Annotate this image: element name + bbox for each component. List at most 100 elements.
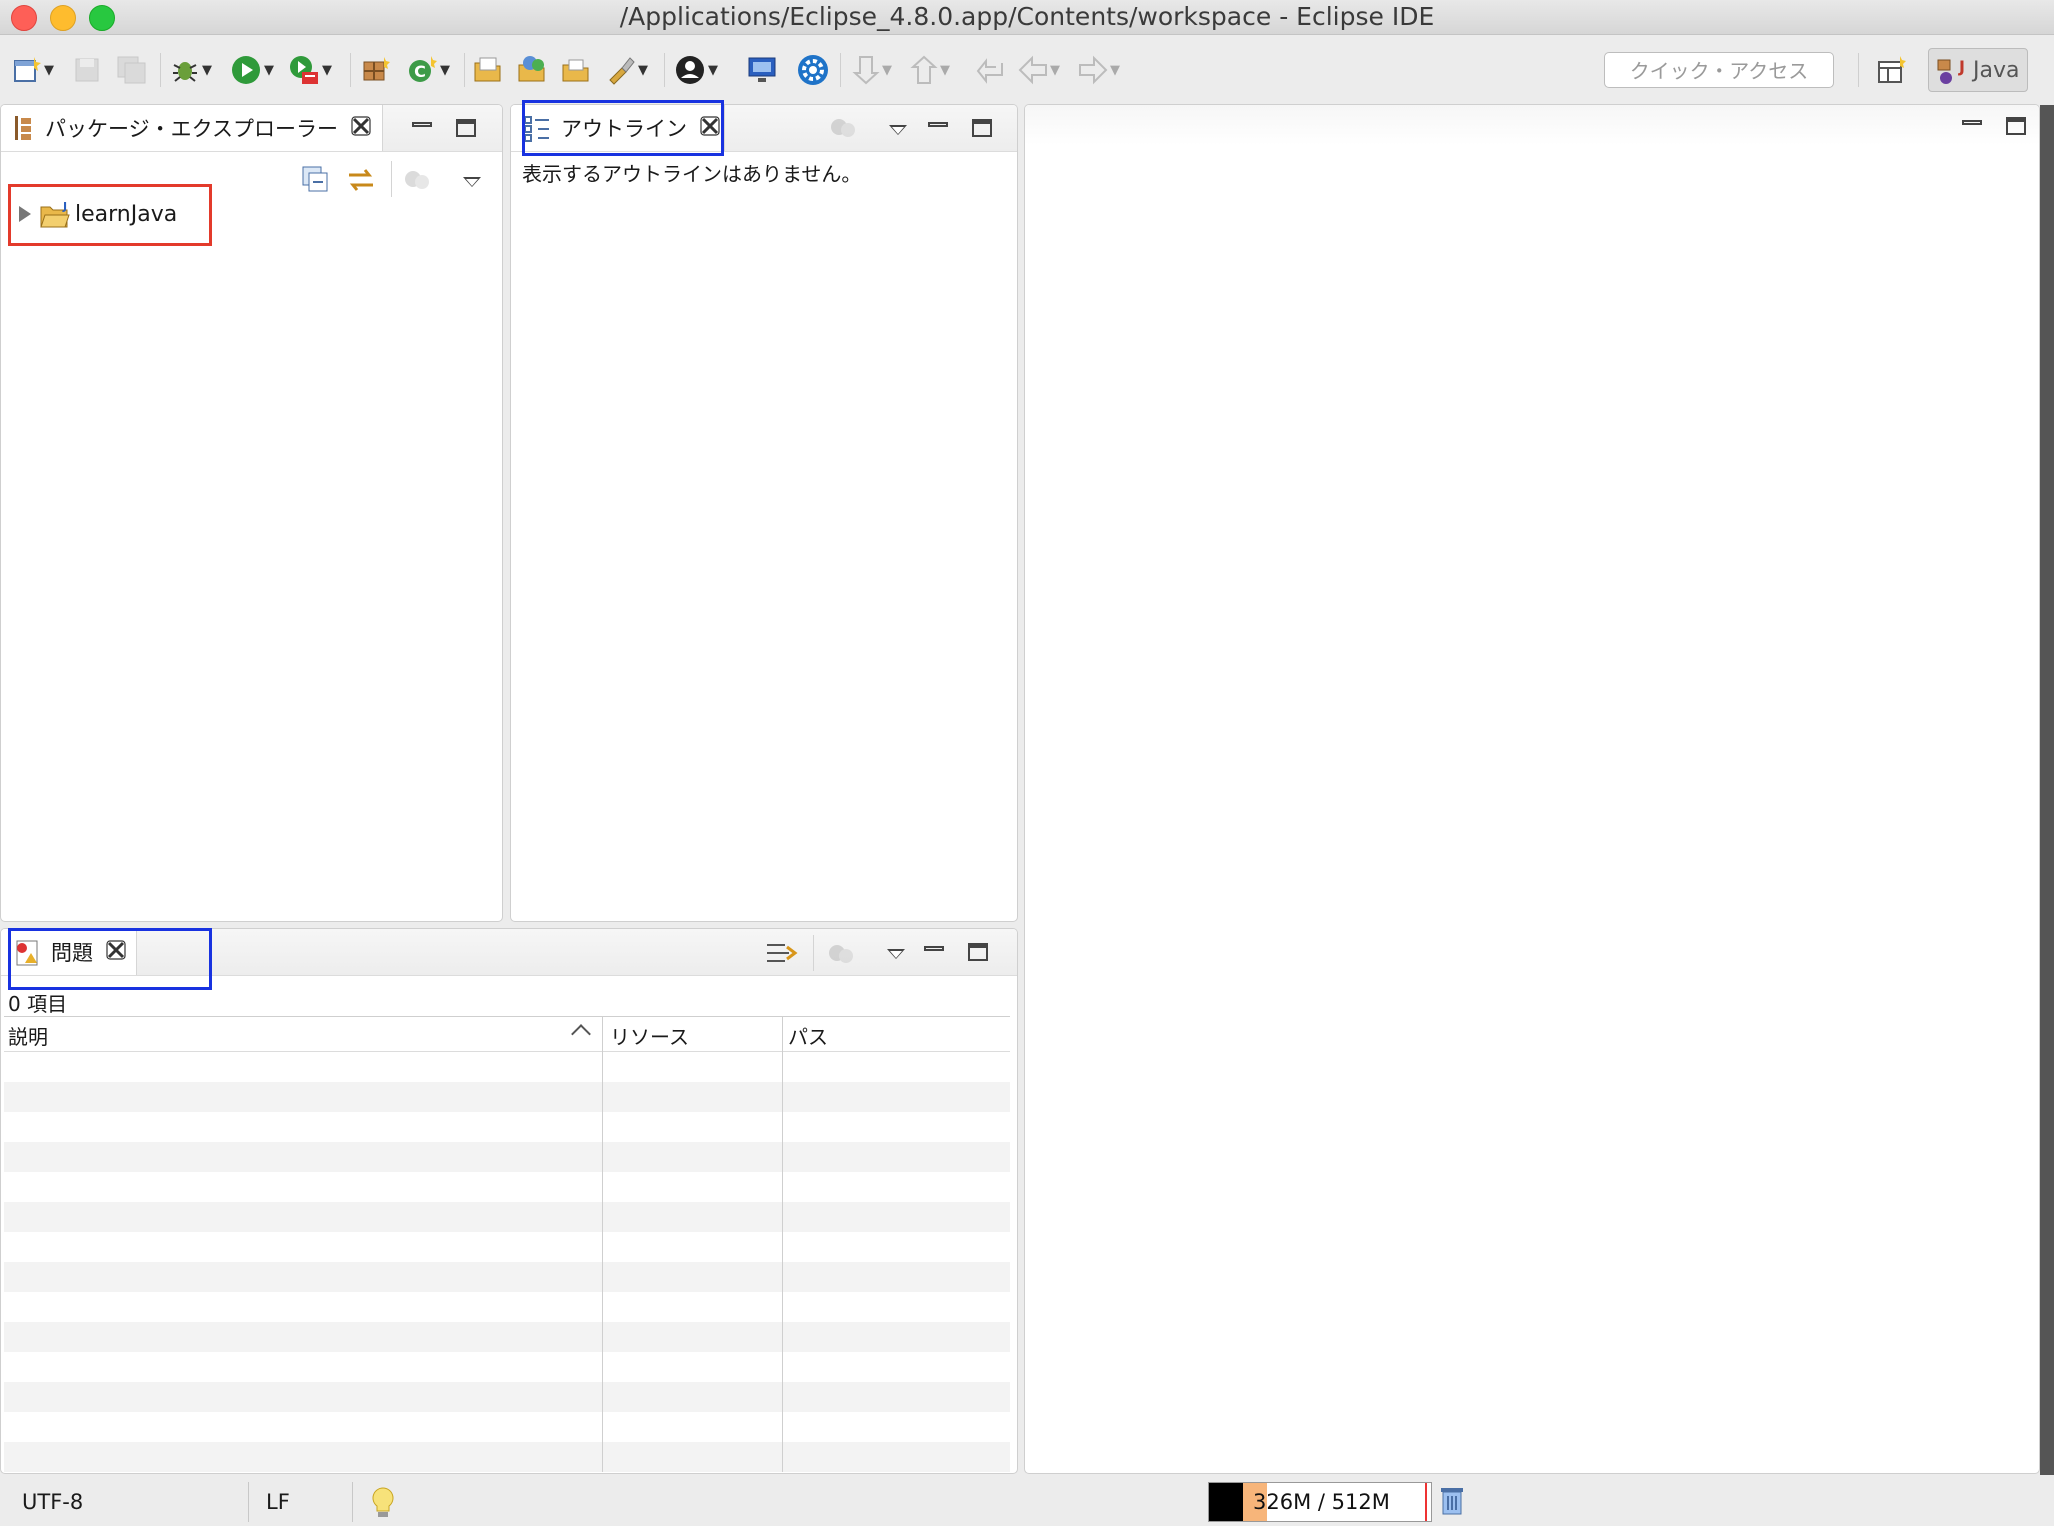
- chevron-down-icon[interactable]: ▼: [264, 63, 274, 78]
- maximize-editor-button[interactable]: [2003, 113, 2029, 139]
- back-button[interactable]: ▼: [1018, 51, 1060, 89]
- collapse-all-icon: [302, 166, 328, 192]
- save-button[interactable]: [72, 51, 102, 89]
- new-wizard-button[interactable]: ▼: [12, 51, 54, 89]
- view-menu-button[interactable]: [885, 117, 911, 143]
- arrow-down-icon: [852, 56, 880, 85]
- focus-on-active-task-button[interactable]: [403, 167, 431, 197]
- chevron-down-icon[interactable]: ▼: [1050, 63, 1060, 78]
- heap-label: 326M / 512M: [1253, 1490, 1390, 1514]
- focus-on-active-task-button[interactable]: [827, 941, 855, 971]
- search-tool-button[interactable]: ▼: [604, 51, 648, 89]
- chevron-down-icon[interactable]: ▼: [708, 63, 718, 78]
- arrow-left-icon: [1018, 55, 1047, 85]
- chevron-down-icon[interactable]: ▼: [440, 63, 450, 78]
- settings-button[interactable]: [796, 51, 830, 89]
- toolbar-separator: [350, 53, 351, 87]
- folder-open-icon: [562, 59, 589, 82]
- heap-status[interactable]: 326M / 512M: [1208, 1482, 1432, 1522]
- open-perspective-button[interactable]: [1876, 51, 1908, 89]
- java-perspective-icon: J: [1937, 57, 1965, 84]
- flashlight-icon: [609, 57, 635, 85]
- open-task-icon: [518, 56, 545, 82]
- link-with-editor-button[interactable]: [345, 165, 377, 199]
- maximize-view-button[interactable]: [453, 115, 479, 141]
- view-menu-button[interactable]: [883, 941, 909, 967]
- bug-icon: [173, 62, 197, 82]
- column-divider[interactable]: [782, 1016, 783, 1472]
- outline-empty-message: 表示するアウトラインはありません。: [522, 162, 862, 186]
- column-header-resource[interactable]: リソース: [610, 1021, 689, 1050]
- filter-icon: [767, 944, 798, 962]
- open-perspective-icon: [1878, 56, 1906, 83]
- user-profile-button[interactable]: ▼: [674, 51, 718, 89]
- open-type-icon: [474, 57, 501, 82]
- open-type-button[interactable]: [472, 51, 504, 89]
- maximize-view-button[interactable]: [965, 939, 991, 965]
- tab-label: パッケージ・エクスプローラー: [45, 117, 338, 141]
- encoding-status[interactable]: UTF-8: [22, 1490, 83, 1514]
- link-icon: [349, 169, 373, 191]
- save-all-button[interactable]: [116, 51, 148, 89]
- last-edit-location-button[interactable]: [976, 51, 1006, 89]
- column-header-description[interactable]: 説明: [8, 1021, 48, 1050]
- configure-contents-button[interactable]: [765, 939, 799, 971]
- column-header-path[interactable]: パス: [788, 1021, 828, 1050]
- view-menu-button[interactable]: [459, 169, 485, 195]
- window-title: /Applications/Eclipse_4.8.0.app/Contents…: [619, 2, 1435, 31]
- chevron-down-icon[interactable]: ▼: [44, 63, 54, 78]
- minimize-view-button[interactable]: [409, 115, 435, 141]
- minimize-editor-button[interactable]: [1959, 113, 1985, 139]
- chevron-down-icon[interactable]: ▼: [882, 63, 892, 78]
- java-perspective-button[interactable]: J Java: [1928, 48, 2028, 92]
- problems-table: 説明 リソース パス: [4, 1016, 1010, 1472]
- heap-used-bar: [1209, 1483, 1243, 1521]
- collapse-all-button[interactable]: [301, 165, 329, 197]
- close-view-button[interactable]: [350, 115, 372, 142]
- debug-button[interactable]: ▼: [170, 51, 212, 89]
- new-java-class-button[interactable]: C ▼: [406, 51, 450, 89]
- forward-button[interactable]: ▼: [1078, 51, 1120, 89]
- next-annotation-button[interactable]: ▼: [852, 51, 892, 89]
- run-garbage-collector-button[interactable]: [1438, 1484, 1466, 1522]
- annotation-highlight-box: [522, 100, 724, 156]
- toolbar-separator: [160, 53, 161, 87]
- maximize-view-button[interactable]: [969, 115, 995, 141]
- column-divider[interactable]: [602, 1016, 603, 1472]
- lightbulb-icon: [372, 1487, 394, 1517]
- minimize-view-button[interactable]: [921, 939, 947, 965]
- chevron-down-icon[interactable]: ▼: [638, 63, 648, 78]
- focus-on-active-task-button[interactable]: [829, 115, 857, 145]
- minimize-view-button[interactable]: [925, 115, 951, 141]
- chevron-down-icon[interactable]: ▼: [322, 63, 332, 78]
- open-resource-button[interactable]: [560, 51, 592, 89]
- tab-package-explorer[interactable]: パッケージ・エクスプローラー: [1, 105, 383, 151]
- coverage-button[interactable]: ▼: [288, 51, 332, 89]
- console-button[interactable]: [746, 51, 778, 89]
- perspective-label: Java: [1973, 57, 2020, 83]
- open-task-button[interactable]: [516, 51, 548, 89]
- run-button[interactable]: ▼: [230, 51, 274, 89]
- run-icon: [232, 56, 260, 84]
- editor-area: [1024, 104, 2040, 1474]
- chevron-down-icon[interactable]: ▼: [940, 63, 950, 78]
- table-row: [4, 1382, 1010, 1412]
- tips-button[interactable]: [370, 1486, 396, 1524]
- gear-icon: [798, 55, 828, 85]
- quick-access-input[interactable]: クイック・アクセス: [1604, 52, 1834, 88]
- arrow-up-icon: [910, 55, 938, 84]
- svg-text:J: J: [1958, 57, 1965, 76]
- coverage-icon: [290, 56, 318, 84]
- svg-text:C: C: [414, 62, 426, 81]
- toolbar-separator: [840, 53, 841, 87]
- chevron-down-icon[interactable]: ▼: [202, 63, 212, 78]
- status-separator: [248, 1482, 249, 1522]
- main-toolbar: ▼ ▼ ▼ ▼ C ▼ ▼ ▼ ▼ ▼ ▼ ▼ クイック・アクセス J Java: [0, 35, 2054, 105]
- table-row: [4, 1082, 1010, 1112]
- monitor-icon: [748, 57, 776, 82]
- package-icon: [363, 57, 390, 81]
- previous-annotation-button[interactable]: ▼: [910, 51, 950, 89]
- line-delimiter-status[interactable]: LF: [266, 1490, 290, 1514]
- chevron-down-icon[interactable]: ▼: [1110, 63, 1120, 78]
- new-java-package-button[interactable]: [360, 51, 392, 89]
